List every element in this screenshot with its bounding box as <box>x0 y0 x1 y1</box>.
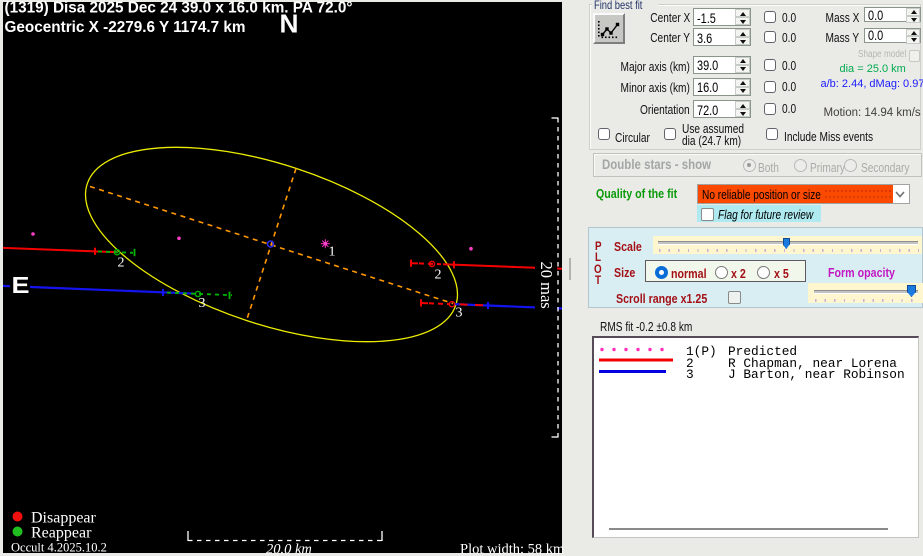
svg-text:20 mas: 20 mas <box>537 262 556 309</box>
svg-text:Reappear: Reappear <box>31 525 92 542</box>
svg-text:20.0 km: 20.0 km <box>266 542 312 556</box>
svg-text:Occult 4.2025.10.2: Occult 4.2025.10.2 <box>11 541 107 555</box>
svg-text:E: E <box>12 272 30 298</box>
svg-text:2: 2 <box>118 256 125 271</box>
svg-text:Geocentric X -2279.6 Y 1174: Geocentric X -2279.6 Y 1174.7 km <box>5 19 246 36</box>
svg-text:Plot width: 58 km: Plot width: 58 km <box>460 542 565 556</box>
svg-text:N: N <box>280 11 299 39</box>
svg-text:3: 3 <box>199 296 206 311</box>
svg-text:3: 3 <box>456 306 463 321</box>
svg-text:(1319) Disa 2025 Dec 24 39.: (1319) Disa 2025 Dec 24 39.0 x 16.0 km. … <box>5 0 353 17</box>
svg-text:1: 1 <box>329 245 336 260</box>
svg-text:2: 2 <box>435 268 442 283</box>
